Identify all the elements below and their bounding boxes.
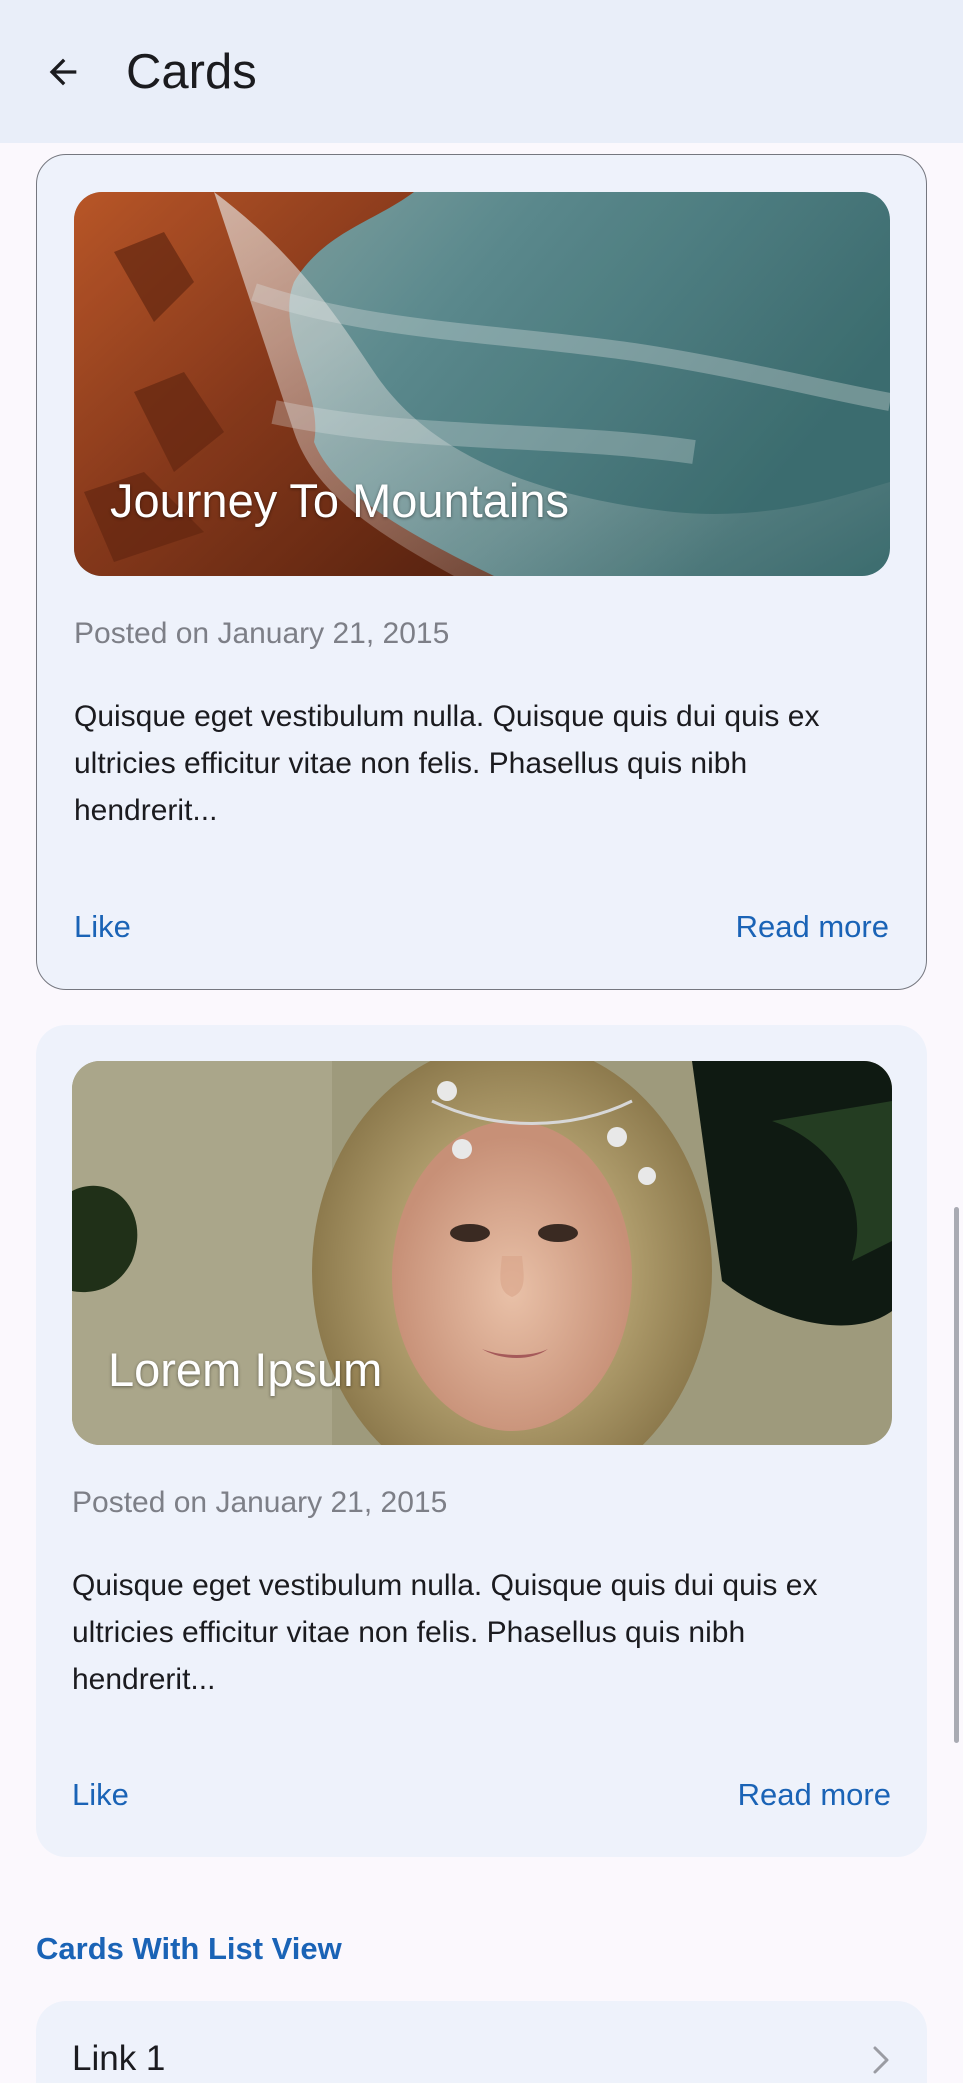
top-app-bar: Cards — [0, 0, 963, 143]
chevron-right-icon — [873, 2046, 889, 2074]
read-more-button[interactable]: Read more — [738, 1777, 891, 1813]
card-body: Quisque eget vestibulum nulla. Quisque q… — [72, 1569, 818, 1696]
like-button[interactable]: Like — [74, 909, 131, 945]
card-body: Quisque eget vestibulum nulla. Quisque q… — [74, 700, 820, 827]
card-image-title: Journey To Mountains — [110, 474, 569, 527]
card-journey: Journey To Mountains Posted on January 2… — [36, 154, 927, 990]
card-image: Lorem Ipsum — [72, 1061, 892, 1445]
card-image-title: Lorem Ipsum — [108, 1343, 383, 1396]
like-button[interactable]: Like — [72, 1777, 129, 1813]
list-card: Link 1 — [36, 2001, 927, 2083]
page-title: Cards — [126, 45, 257, 99]
read-more-button[interactable]: Read more — [736, 909, 889, 945]
card-lorem-ipsum: Lorem Ipsum Posted on January 21, 2015 Q… — [36, 1025, 927, 1857]
scrollbar[interactable] — [954, 1207, 959, 1743]
list-item-link-1[interactable]: Link 1 — [36, 2001, 927, 2083]
back-button[interactable] — [33, 42, 93, 102]
posted-date: Posted on January 21, 2015 — [72, 1486, 448, 1519]
card-image: Journey To Mountains — [74, 192, 890, 576]
posted-date: Posted on January 21, 2015 — [74, 617, 450, 650]
section-title: Cards With List View — [36, 1931, 342, 1966]
list-item-label: Link 1 — [72, 2039, 166, 2078]
arrow-left-icon — [49, 58, 77, 86]
